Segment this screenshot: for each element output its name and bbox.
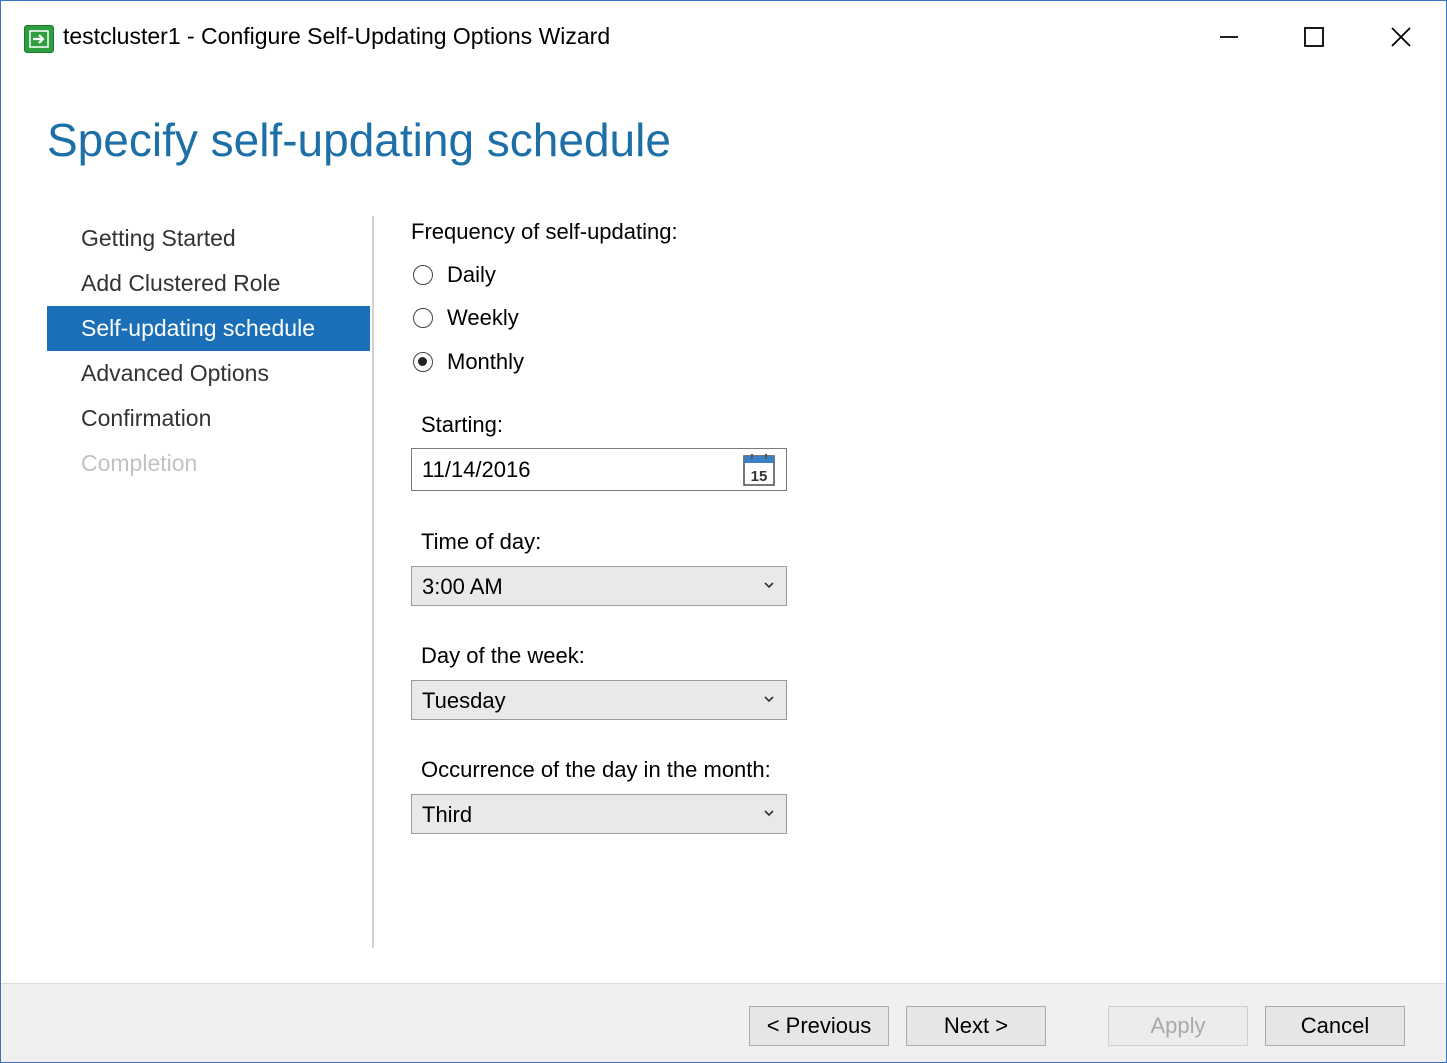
maximize-icon xyxy=(1304,27,1324,47)
starting-label: Starting: xyxy=(421,412,503,437)
day-of-week-value: Tuesday xyxy=(422,688,506,713)
title-bar[interactable]: testcluster1 - Configure Self-Updating O… xyxy=(1,1,1446,73)
nav-item-self-updating-schedule[interactable]: Self-updating schedule xyxy=(47,306,370,351)
starting-date-field[interactable]: 11/14/2016 15 xyxy=(411,448,787,491)
previous-button[interactable]: < Previous xyxy=(749,1006,889,1046)
time-of-day-select[interactable]: 3:00 AM xyxy=(411,566,787,606)
chevron-down-icon xyxy=(764,582,774,589)
app-icon xyxy=(24,25,54,53)
nav-item-add-clustered-role[interactable]: Add Clustered Role xyxy=(47,261,370,306)
maximize-button[interactable] xyxy=(1284,19,1344,55)
wizard-window: testcluster1 - Configure Self-Updating O… xyxy=(0,0,1447,1063)
cancel-button[interactable]: Cancel xyxy=(1265,1006,1405,1046)
close-button[interactable] xyxy=(1371,19,1431,55)
occurrence-select[interactable]: Third xyxy=(411,794,787,834)
close-icon xyxy=(1391,27,1411,47)
nav-divider xyxy=(372,216,374,948)
nav-item-advanced-options[interactable]: Advanced Options xyxy=(47,351,370,396)
radio-monthly-button[interactable] xyxy=(413,352,433,372)
nav-item-completion: Completion xyxy=(81,450,198,476)
minimize-button[interactable] xyxy=(1199,19,1259,55)
window-title: testcluster1 - Configure Self-Updating O… xyxy=(63,23,611,49)
radio-daily[interactable]: Daily xyxy=(413,260,496,290)
radio-monthly[interactable]: Monthly xyxy=(413,347,524,377)
radio-daily-label: Daily xyxy=(447,262,496,287)
calendar-icon-day: 15 xyxy=(751,468,768,485)
radio-weekly-button[interactable] xyxy=(413,308,433,328)
day-of-week-select[interactable]: Tuesday xyxy=(411,680,787,720)
starting-date-value: 11/14/2016 xyxy=(422,457,531,482)
radio-daily-button[interactable] xyxy=(413,265,433,285)
radio-weekly[interactable]: Weekly xyxy=(413,303,519,333)
occurrence-label: Occurrence of the day in the month: xyxy=(421,757,771,782)
radio-monthly-label: Monthly xyxy=(447,349,525,374)
minimize-icon xyxy=(1220,36,1238,38)
page-title: Specify self-updating schedule xyxy=(47,114,671,166)
chevron-down-icon xyxy=(764,696,774,703)
apply-button: Apply xyxy=(1108,1006,1248,1046)
next-button[interactable]: Next > xyxy=(906,1006,1046,1046)
wizard-steps-nav: Getting Started Add Clustered Role Self-… xyxy=(47,216,370,486)
occurrence-value: Third xyxy=(422,802,473,827)
calendar-icon[interactable]: 15 xyxy=(742,453,776,487)
time-of-day-value: 3:00 AM xyxy=(422,574,503,599)
chevron-down-icon xyxy=(764,810,774,817)
day-of-week-label: Day of the week: xyxy=(421,643,585,668)
nav-item-confirmation[interactable]: Confirmation xyxy=(47,396,370,441)
time-of-day-label: Time of day: xyxy=(421,529,542,554)
frequency-label: Frequency of self-updating: xyxy=(411,219,678,244)
radio-weekly-label: Weekly xyxy=(447,305,519,330)
nav-item-getting-started[interactable]: Getting Started xyxy=(47,216,370,261)
